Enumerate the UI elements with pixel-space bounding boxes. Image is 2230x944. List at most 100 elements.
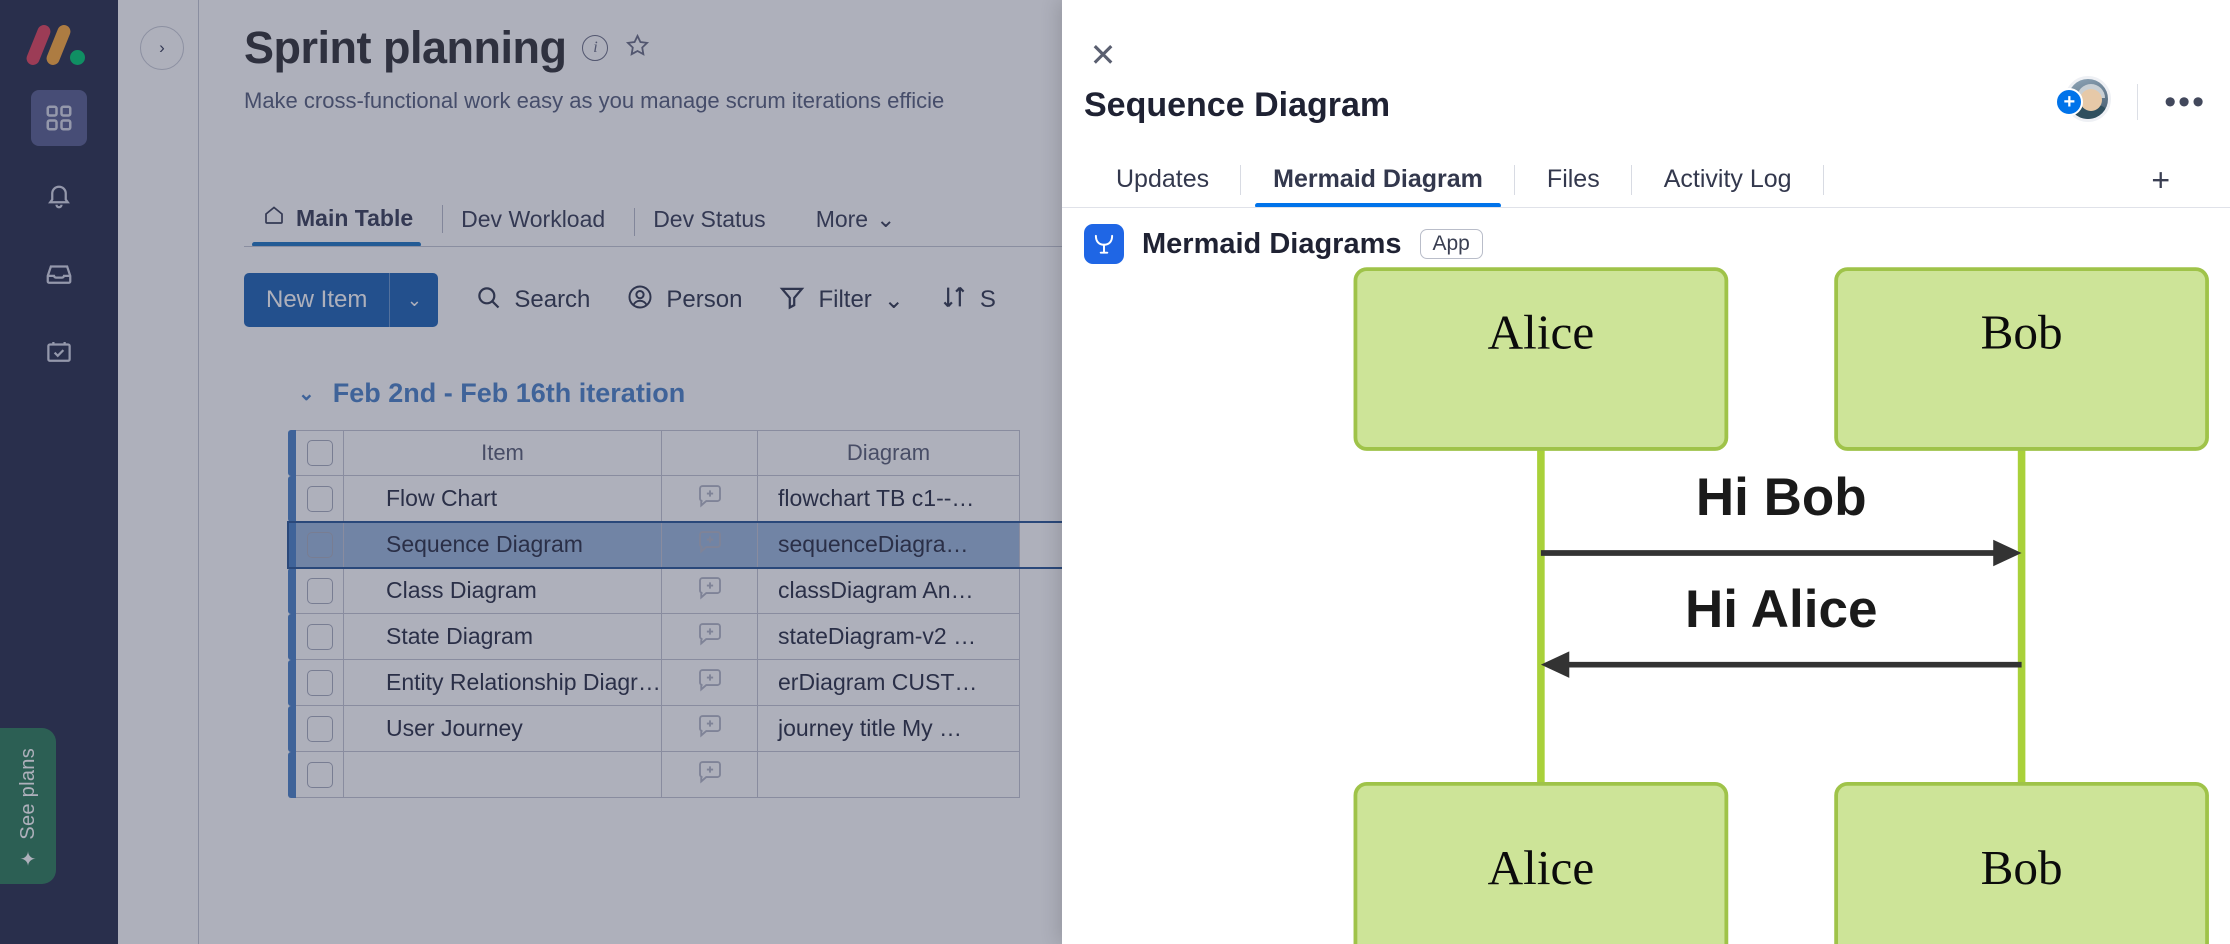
nav-item-notifications[interactable]: [31, 168, 87, 224]
person-filter-button[interactable]: Person: [626, 283, 742, 318]
cell-chat[interactable]: [662, 476, 758, 522]
group-header[interactable]: ⌄ Feb 2nd - Feb 16th iteration: [298, 378, 685, 409]
add-update-icon: [695, 757, 725, 792]
sequence-diagram-svg: Alice Bob Hi Bob Hi Alice Alice Bob: [1353, 267, 2209, 944]
close-icon[interactable]: ✕: [1086, 38, 1120, 72]
cell-item-name[interactable]: State Diagram: [344, 614, 662, 660]
cell-item-name[interactable]: Flow Chart: [344, 476, 662, 522]
panel-tabs-divider: [1062, 207, 2230, 208]
sort-label: S: [979, 286, 996, 313]
nav-item-home[interactable]: [31, 90, 87, 146]
cell-item-name[interactable]: Class Diagram: [344, 568, 662, 614]
mermaid-diagram-canvas: Alice Bob Hi Bob Hi Alice Alice Bob: [1062, 267, 2230, 944]
tab-label: Dev Status: [653, 206, 766, 232]
row-checkbox[interactable]: [296, 706, 344, 752]
expand-sidebar-button[interactable]: ›: [140, 26, 184, 70]
cell-item-name[interactable]: User Journey: [344, 706, 662, 752]
tab-dev-status[interactable]: Dev Status: [635, 206, 796, 247]
cell-diagram-code[interactable]: [758, 752, 1020, 798]
avatar[interactable]: +: [2055, 76, 2112, 128]
filter-button[interactable]: Filter ⌄: [778, 283, 904, 318]
tab-label: Updates: [1116, 165, 1210, 193]
add-update-icon: [695, 711, 725, 746]
home-icon: [262, 203, 286, 233]
monday-logo-icon[interactable]: [24, 22, 90, 68]
row-checkbox[interactable]: [296, 568, 344, 614]
person-icon: [626, 283, 654, 318]
board-header: Sprint planning i Make cross-functional …: [244, 22, 944, 114]
tab-label: Dev Workload: [461, 206, 606, 232]
column-header-item[interactable]: Item: [344, 430, 662, 476]
panel-actions: + •••: [2055, 76, 2206, 128]
tab-main-table[interactable]: Main Table: [244, 203, 444, 247]
select-all-checkbox[interactable]: [296, 430, 344, 476]
actor-label-alice-bottom: Alice: [1488, 840, 1595, 895]
group-title: Feb 2nd - Feb 16th iteration: [332, 378, 686, 408]
chevron-down-icon: ⌄: [876, 206, 896, 232]
page-title: Sprint planning: [244, 22, 567, 73]
app-root: See plans ✦ › Sprint planning i Make cro…: [0, 0, 2230, 944]
cell-diagram-code[interactable]: classDiagram An…: [758, 568, 1020, 614]
tab-label: Files: [1546, 165, 1600, 193]
left-nav-rail: See plans ✦: [0, 0, 118, 944]
message-hi-alice: Hi Alice: [1540, 580, 2022, 678]
cell-chat[interactable]: [662, 522, 758, 568]
favorite-star-icon[interactable]: [624, 32, 651, 64]
search-button[interactable]: Search: [474, 283, 590, 318]
cell-diagram-code[interactable]: journey title My …: [758, 706, 1020, 752]
actor-label-bob-bottom: Bob: [1981, 840, 2063, 895]
group-collapse-icon[interactable]: ⌄: [298, 381, 315, 406]
actor-box-bob-bottom: Bob: [1834, 782, 2209, 944]
actor-box-alice-top: Alice: [1353, 267, 1729, 451]
tab-updates[interactable]: Updates: [1084, 165, 1242, 208]
message-label-2: Hi Alice: [1685, 580, 1877, 639]
tab-more-label: More: [815, 206, 869, 232]
item-title: Sequence Diagram: [1084, 86, 1391, 124]
row-checkbox[interactable]: [296, 476, 344, 522]
row-checkbox[interactable]: [296, 660, 344, 706]
row-checkbox[interactable]: [296, 614, 344, 660]
row-checkbox[interactable]: [296, 522, 344, 568]
info-icon[interactable]: i: [582, 35, 609, 61]
cell-chat[interactable]: [662, 706, 758, 752]
cell-diagram-code[interactable]: stateDiagram-v2 …: [758, 614, 1020, 660]
new-item-label: New Item: [266, 286, 368, 313]
more-options-icon[interactable]: •••: [2164, 85, 2206, 119]
tab-dev-workload[interactable]: Dev Workload: [443, 206, 636, 247]
add-update-icon: [695, 527, 725, 562]
row-checkbox[interactable]: [296, 752, 344, 798]
add-tab-button[interactable]: +: [2151, 165, 2170, 208]
new-item-caret-icon[interactable]: ⌄: [390, 273, 438, 327]
see-plans-button[interactable]: See plans ✦: [0, 728, 56, 884]
search-icon: [474, 283, 502, 318]
cell-chat[interactable]: [662, 568, 758, 614]
filter-caret-icon: ⌄: [883, 286, 904, 314]
cell-chat[interactable]: [662, 614, 758, 660]
new-item-button[interactable]: New Item ⌄: [244, 273, 439, 327]
cell-diagram-code[interactable]: erDiagram CUST…: [758, 660, 1020, 706]
actions-divider: [2137, 84, 2139, 120]
sidebar-divider: [198, 0, 199, 944]
actor-label-alice-top: Alice: [1488, 305, 1595, 360]
cell-chat[interactable]: [662, 752, 758, 798]
sort-button[interactable]: S: [940, 283, 996, 318]
tab-mermaid-diagram[interactable]: Mermaid Diagram: [1241, 165, 1515, 208]
filter-icon: [778, 283, 806, 318]
column-header-diagram[interactable]: Diagram: [758, 430, 1020, 476]
cell-item-name[interactable]: Entity Relationship Diagr…: [344, 660, 662, 706]
cell-item-name[interactable]: Sequence Diagram: [344, 522, 662, 568]
tab-more[interactable]: More ⌄: [796, 206, 916, 247]
cell-item-name[interactable]: [344, 752, 662, 798]
search-label: Search: [514, 286, 591, 313]
tab-files[interactable]: Files: [1515, 165, 1632, 208]
cell-diagram-code[interactable]: sequenceDiagra…: [758, 522, 1020, 568]
tab-activity-log[interactable]: Activity Log: [1632, 165, 1824, 208]
person-label: Person: [666, 286, 743, 313]
cell-chat[interactable]: [662, 660, 758, 706]
nav-item-inbox[interactable]: [31, 246, 87, 302]
see-plans-label: See plans: [16, 748, 39, 840]
cell-diagram-code[interactable]: flowchart TB c1--…: [758, 476, 1020, 522]
nav-item-my-work[interactable]: [31, 324, 87, 380]
board-description: Make cross-functional work easy as you m…: [244, 88, 945, 113]
sort-icon: [940, 283, 968, 318]
